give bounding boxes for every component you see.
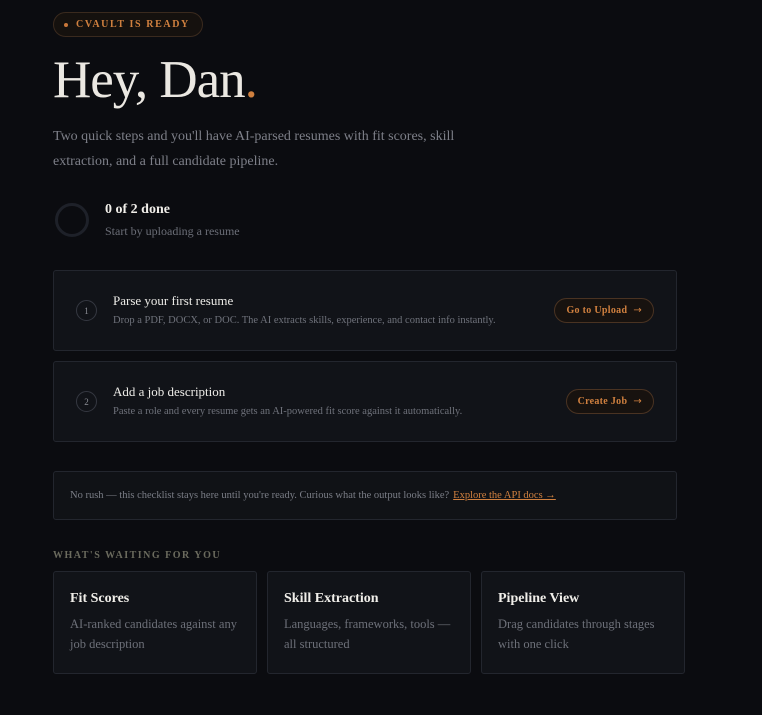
step-number: 1 [76, 300, 97, 321]
card-title: Pipeline View [498, 591, 580, 606]
checklist-note: No rush — this checklist stays here unti… [53, 471, 677, 520]
intro-text: Two quick steps and you'll have AI-parse… [53, 129, 455, 169]
step-title: Add a job description [113, 384, 226, 399]
arrow-right-icon: → [633, 305, 642, 316]
greeting-text: Hey, Dan [53, 51, 246, 109]
onboarding-panel: CVAULT IS READY Hey, Dan. Two quick step… [53, 12, 685, 674]
step-add-job: 2 Add a job description Paste a role and… [53, 361, 677, 442]
card-title: Skill Extraction [284, 591, 379, 606]
step-parse-resume: 1 Parse your first resume Drop a PDF, DO… [53, 270, 677, 351]
card-description: Languages, frameworks, tools — all struc… [284, 617, 451, 651]
section-heading: WHAT'S WAITING FOR YOU [53, 550, 222, 561]
go-to-upload-button[interactable]: Go to Upload → [554, 298, 654, 323]
progress-ring [55, 203, 89, 237]
progress-summary: 0 of 2 done Start by uploading a resume [53, 196, 677, 244]
greeting-period: . [244, 51, 258, 109]
progress-count: 0 of 2 done [105, 202, 170, 217]
progress-hint: Start by uploading a resume [105, 224, 240, 238]
status-dot-icon [64, 22, 68, 27]
create-job-button[interactable]: Create Job → [565, 389, 654, 414]
feature-card-skill-extraction: Skill Extraction Languages, frameworks, … [267, 571, 471, 674]
note-text: No rush — this checklist stays here unti… [70, 490, 450, 501]
arrow-right-icon: → [633, 396, 642, 407]
status-badge: CVAULT IS READY [53, 12, 203, 37]
button-label: Go to Upload [566, 305, 628, 316]
step-description: Paste a role and every resume gets an AI… [113, 406, 463, 417]
card-description: AI-ranked candidates against any job des… [70, 617, 237, 651]
page-title: Hey, Dan. [53, 50, 677, 110]
card-description: Drag candidates through stages with one … [498, 617, 655, 651]
step-title: Parse your first resume [113, 293, 234, 308]
feature-card-fit-scores: Fit Scores AI-ranked candidates against … [53, 571, 257, 674]
api-docs-link[interactable]: Explore the API docs → [453, 490, 556, 501]
feature-cards: Fit Scores AI-ranked candidates against … [53, 571, 685, 674]
card-title: Fit Scores [70, 591, 130, 606]
step-number: 2 [76, 391, 97, 412]
button-label: Create Job [577, 396, 628, 407]
step-description: Drop a PDF, DOCX, or DOC. The AI extract… [113, 315, 496, 326]
status-badge-label: CVAULT IS READY [76, 19, 190, 30]
feature-card-pipeline-view: Pipeline View Drag candidates through st… [481, 571, 685, 674]
